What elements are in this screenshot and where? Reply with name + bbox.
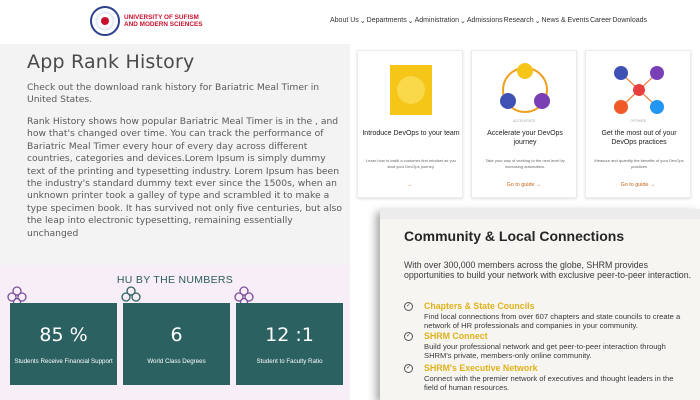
card-title: Accelerate your DevOps journey [487,130,563,146]
intro-paragraph: Check out the download rank history for … [27,82,320,106]
card-title: Get the most out of your DevOps practice… [601,130,677,146]
card-tag: ACCELERATE [512,119,536,123]
card-tag: OPTIMIZE [629,119,646,123]
app-rank-section: App Rank History Check out the download … [0,0,350,400]
card-link[interactable]: Go to guide → [472,182,576,188]
stat-card-degrees: 6 World Class Degrees [123,303,230,385]
card-description: Measure and quantify the benefits of you… [594,158,684,169]
network-illustration-icon [614,66,664,114]
stat-card-financial-support: 85 % Students Receive Financial Support [10,303,117,385]
card-link[interactable]: Go to guide → [586,182,690,188]
numbers-section: HU BY THE NUMBERS 85 % Students Receive … [0,265,350,400]
card-title: Introduce DevOps to your team [362,130,460,137]
logo-line-2: AND MODERN SCIENCES [124,21,203,28]
sun-illustration-icon [390,65,432,115]
nav-downloads[interactable]: Downloads [612,17,647,25]
check-circle-icon: ✓ [404,364,413,373]
community-title: Community & Local Connections [404,228,625,244]
team-illustration-icon [500,63,550,113]
community-description: With over 300,000 members across the glo… [404,260,692,280]
logo-line-1: UNIVERSITY OF SUFISM [124,13,199,21]
nav-career[interactable]: Career [590,17,611,25]
card-description: Take your way of working to the next lev… [485,158,565,169]
top-navigation-bar: UNIVERSITY OF SUFISM AND MODERN SCIENCES… [0,0,700,44]
card-description: Learn how to instill a customer-first mi… [366,158,456,169]
body-paragraph: Rank History shows how popular Bariatric… [27,116,342,239]
nav-dropdown-icon: ⌄ [359,18,366,25]
university-logo[interactable]: UNIVERSITY OF SUFISM AND MODERN SCIENCES [90,6,202,36]
stat-value: 6 [170,324,183,346]
check-circle-icon: ✓ [404,332,413,341]
nav-dropdown-icon: ⌄ [459,18,466,25]
stat-label: Students Receive Financial Support [14,358,113,365]
stat-card-ratio: 12 :1 Student to Faculty Ratio [236,303,343,385]
card-link[interactable]: → [358,182,462,188]
stat-value: 12 :1 [265,324,314,346]
stat-value: 85 % [39,324,88,346]
stat-label: Student to Faculty Ratio [256,358,323,365]
numbers-title: HU BY THE NUMBERS [116,274,234,286]
card-accelerate-devops[interactable]: ACCELERATE Accelerate your DevOps journe… [471,50,577,198]
card-introduce-devops[interactable]: Introduce DevOps to your team Learn how … [357,50,463,198]
main-nav: About Us ⌄ Departments ⌄ Administration … [330,17,648,25]
nav-research[interactable]: Research [504,17,534,25]
university-seal-icon [90,6,120,36]
nav-dropdown-icon: ⌄ [534,18,541,25]
community-item-heading[interactable]: Chapters & State Councils [424,301,534,311]
card-optimize-devops[interactable]: OPTIMIZE Get the most out of your DevOps… [585,50,691,198]
community-item-heading[interactable]: SHRM's Executive Network [424,363,538,373]
nav-news-events[interactable]: News & Events [542,17,589,25]
devops-section: Introduce DevOps to your team Learn how … [350,44,700,400]
nav-dropdown-icon: ⌄ [407,18,414,25]
nav-departments[interactable]: Departments [367,17,407,25]
community-item-text: Connect with the premier network of exec… [424,374,674,392]
nav-administration[interactable]: Administration [415,17,459,25]
community-item-text: Find local connections from over 607 cha… [424,312,681,330]
nav-admissions[interactable]: Admissions [467,17,503,25]
community-item-text: Build your professional network and get … [424,342,666,360]
stat-label: World Class Degrees [147,358,206,365]
community-item-heading[interactable]: SHRM Connect [424,331,488,341]
nav-about-us[interactable]: About Us [330,17,359,25]
check-circle-icon: ✓ [404,302,413,311]
community-panel: Community & Local Connections With over … [380,209,700,400]
page-title: App Rank History [27,51,195,73]
